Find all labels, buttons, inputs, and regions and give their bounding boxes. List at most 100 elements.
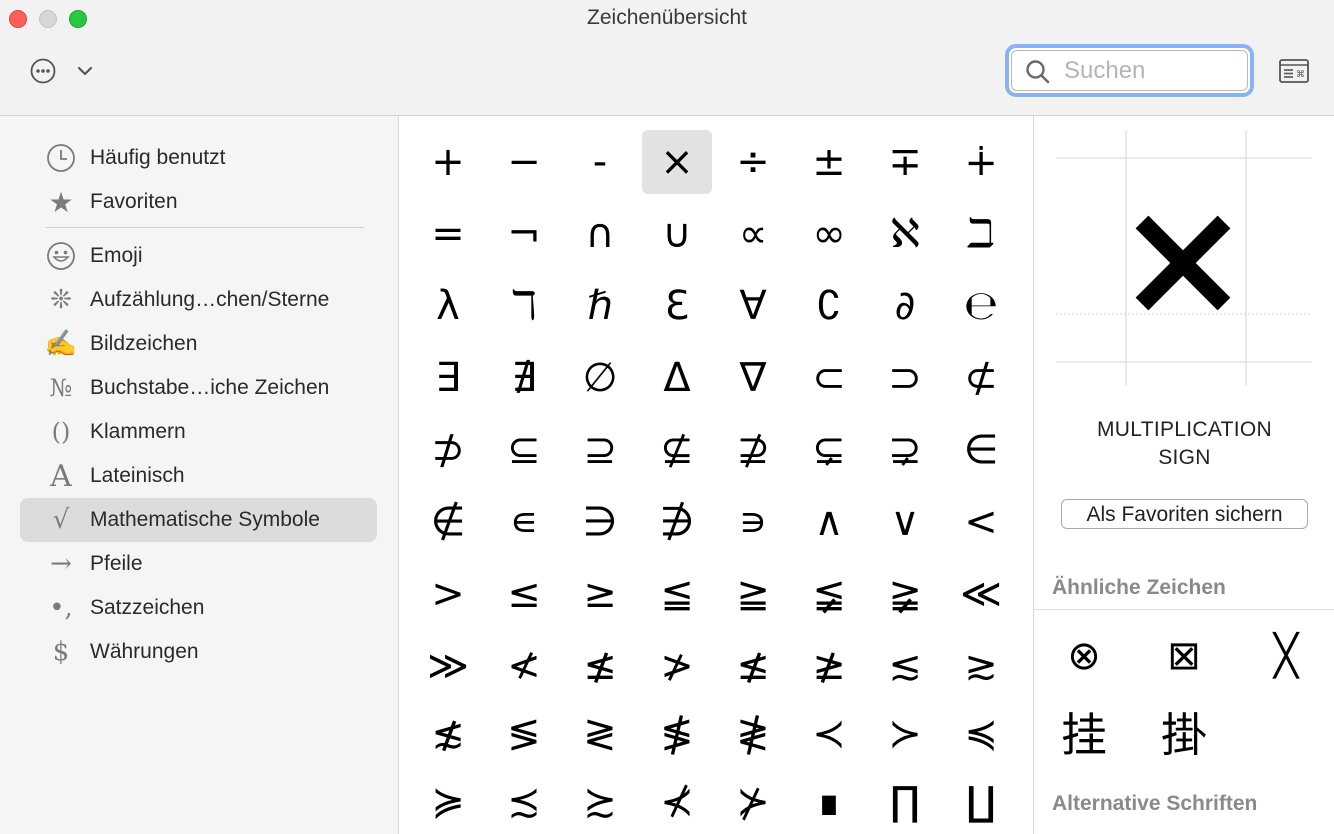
sidebar-item-buchstaben[interactable]: № Buchstabe…iche Zeichen bbox=[20, 366, 377, 410]
character-cell[interactable]: ⊅ bbox=[413, 418, 483, 482]
similar-character[interactable]: 掛 bbox=[1144, 702, 1224, 762]
character-cell[interactable]: > bbox=[413, 562, 483, 626]
character-cell[interactable]: ∔ bbox=[946, 130, 1016, 194]
sidebar-item-haeufig[interactable]: Häufig benutzt bbox=[20, 136, 377, 180]
character-cell[interactable]: ⊇ bbox=[565, 418, 635, 482]
character-cell[interactable]: ⊋ bbox=[870, 418, 940, 482]
character-cell[interactable]: ∄ bbox=[489, 346, 559, 410]
character-cell[interactable]: ∐ bbox=[946, 770, 1016, 834]
similar-character[interactable]: 挂 bbox=[1044, 702, 1124, 762]
character-cell[interactable]: ∧ bbox=[794, 490, 864, 554]
character-cell[interactable]: ∂ bbox=[870, 274, 940, 338]
character-cell[interactable]: ⊈ bbox=[642, 418, 712, 482]
character-cell[interactable]: ∉ bbox=[413, 490, 483, 554]
character-cell[interactable]: ≸ bbox=[642, 702, 712, 766]
character-cell[interactable]: ≹ bbox=[718, 702, 788, 766]
character-cell[interactable]: ∁ bbox=[794, 274, 864, 338]
character-cell[interactable]: ≧ bbox=[718, 562, 788, 626]
character-cell[interactable]: ℮ bbox=[946, 274, 1016, 338]
character-cell[interactable]: ∩ bbox=[565, 202, 635, 266]
similar-character[interactable]: ⊗ bbox=[1044, 626, 1124, 686]
similar-character[interactable]: ╳ bbox=[1246, 626, 1326, 686]
search-input[interactable] bbox=[1064, 56, 1244, 86]
character-cell[interactable]: ℶ bbox=[946, 202, 1016, 266]
character-cell[interactable]: ∝ bbox=[718, 202, 788, 266]
character-cell[interactable]: < bbox=[946, 490, 1016, 554]
character-cell[interactable]: ≼ bbox=[946, 702, 1016, 766]
character-cell[interactable]: ± bbox=[794, 130, 864, 194]
character-cell[interactable]: ≿ bbox=[565, 770, 635, 834]
character-cell[interactable]: = bbox=[413, 202, 483, 266]
character-cell[interactable]: ∪ bbox=[642, 202, 712, 266]
character-cell[interactable]: ≰ bbox=[565, 634, 635, 698]
character-cell[interactable]: ≨ bbox=[794, 562, 864, 626]
character-cell[interactable]: ≩ bbox=[870, 562, 940, 626]
character-cell[interactable]: ℵ bbox=[870, 202, 940, 266]
character-cell[interactable]: × bbox=[642, 130, 712, 194]
character-cell[interactable]: ℇ bbox=[642, 274, 712, 338]
character-cell[interactable]: ⊂ bbox=[794, 346, 864, 410]
character-cell[interactable]: ≾ bbox=[489, 770, 559, 834]
character-cell[interactable]: ∍ bbox=[718, 490, 788, 554]
similar-character[interactable]: ⊠ bbox=[1144, 626, 1224, 686]
character-cell[interactable]: ⊄ bbox=[946, 346, 1016, 410]
sidebar-item-aufzaehlung[interactable]: ❊ Aufzählung…chen/Sterne bbox=[20, 278, 377, 322]
character-cell[interactable]: ∅ bbox=[565, 346, 635, 410]
sidebar-item-waehrungen[interactable]: $ Währungen bbox=[20, 630, 377, 674]
character-cell[interactable]: ∊ bbox=[489, 490, 559, 554]
character-cell[interactable]: ≷ bbox=[565, 702, 635, 766]
sidebar-item-mathematisch[interactable]: √ Mathematische Symbole bbox=[20, 498, 377, 542]
character-cell[interactable]: ≪ bbox=[946, 562, 1016, 626]
character-cell[interactable]: ∋ bbox=[565, 490, 635, 554]
character-cell[interactable]: ≳ bbox=[946, 634, 1016, 698]
character-cell[interactable]: ¬ bbox=[489, 202, 559, 266]
character-cell[interactable]: ≱ bbox=[794, 634, 864, 698]
search-field[interactable] bbox=[1005, 44, 1254, 97]
character-cell[interactable]: ∏ bbox=[870, 770, 940, 834]
character-cell[interactable]: ⊃ bbox=[870, 346, 940, 410]
sidebar-item-klammern[interactable]: () Klammern bbox=[20, 410, 377, 454]
character-cell[interactable]: ∃ bbox=[413, 346, 483, 410]
character-cell[interactable]: Δ bbox=[642, 346, 712, 410]
character-cell[interactable]: ∇ bbox=[718, 346, 788, 410]
character-cell[interactable]: ℏ bbox=[565, 274, 635, 338]
character-cell[interactable]: ≽ bbox=[413, 770, 483, 834]
character-cell[interactable]: ⊁ bbox=[718, 770, 788, 834]
character-cell[interactable]: ≯ bbox=[642, 634, 712, 698]
character-cell[interactable]: ⊆ bbox=[489, 418, 559, 482]
keyboard-viewer-button[interactable]: ⌘ bbox=[1279, 58, 1309, 84]
character-cell[interactable]: - bbox=[565, 130, 635, 194]
character-cell[interactable]: ≫ bbox=[413, 634, 483, 698]
character-cell[interactable]: ∌ bbox=[642, 490, 712, 554]
character-cell[interactable]: − bbox=[489, 130, 559, 194]
sidebar-item-pfeile[interactable]: → Pfeile bbox=[20, 542, 377, 586]
character-cell[interactable]: ⊉ bbox=[718, 418, 788, 482]
action-menu-button[interactable] bbox=[30, 58, 56, 84]
character-cell[interactable]: ∈ bbox=[946, 418, 1016, 482]
character-cell[interactable]: ∎ bbox=[794, 770, 864, 834]
sidebar-item-satzzeichen[interactable]: •, Satzzeichen bbox=[20, 586, 377, 630]
sidebar-item-lateinisch[interactable]: A Lateinisch bbox=[20, 454, 377, 498]
character-cell[interactable]: ∨ bbox=[870, 490, 940, 554]
sidebar-item-favoriten[interactable]: ★ Favoriten bbox=[20, 180, 377, 224]
character-cell[interactable]: ≤ bbox=[489, 562, 559, 626]
character-cell[interactable]: ∓ bbox=[870, 130, 940, 194]
character-cell[interactable]: ≰ bbox=[718, 634, 788, 698]
character-cell[interactable]: ⊀ bbox=[642, 770, 712, 834]
character-cell[interactable]: ≥ bbox=[565, 562, 635, 626]
save-favorite-button[interactable]: Als Favoriten sichern bbox=[1061, 499, 1308, 529]
character-cell[interactable]: λ bbox=[413, 274, 483, 338]
character-cell[interactable]: ≲ bbox=[870, 634, 940, 698]
character-cell[interactable]: ≦ bbox=[642, 562, 712, 626]
character-cell[interactable]: ≶ bbox=[489, 702, 559, 766]
character-cell[interactable]: ⊊ bbox=[794, 418, 864, 482]
character-cell[interactable]: ℸ bbox=[489, 274, 559, 338]
character-cell[interactable]: ≮ bbox=[489, 634, 559, 698]
character-cell[interactable]: ≺ bbox=[794, 702, 864, 766]
sidebar-item-bildzeichen[interactable]: ✍ Bildzeichen bbox=[20, 322, 377, 366]
character-cell[interactable]: ÷ bbox=[718, 130, 788, 194]
character-cell[interactable]: + bbox=[413, 130, 483, 194]
character-cell[interactable]: ≴ bbox=[413, 702, 483, 766]
character-cell[interactable]: ∀ bbox=[718, 274, 788, 338]
action-menu-dropdown[interactable] bbox=[76, 62, 94, 80]
